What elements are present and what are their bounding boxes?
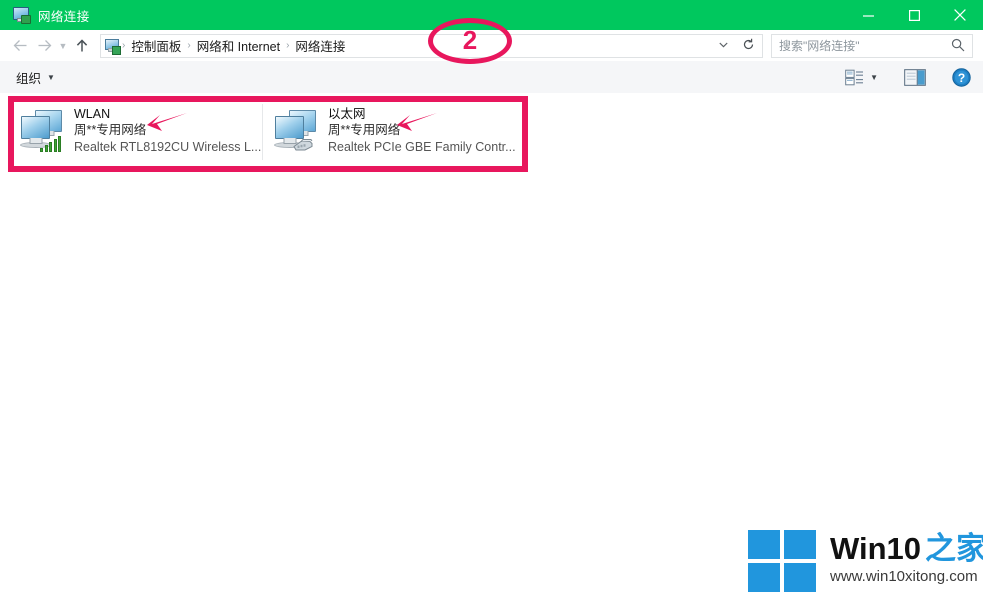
search-input[interactable]: 搜索"网络连接": [772, 37, 860, 54]
breadcrumb-item-control-panel[interactable]: 控制面板: [127, 36, 185, 55]
chevron-down-icon: ▼: [47, 72, 55, 82]
breadcrumb-item-network-internet[interactable]: 网络和 Internet: [193, 36, 284, 55]
watermark-brand-cn: 之家: [925, 531, 983, 566]
breadcrumb-network-icon: [104, 38, 121, 55]
change-view-button[interactable]: [845, 69, 864, 86]
watermark-text: Win10 之家 www.win10xitong.com: [830, 530, 983, 587]
network-connection-icon: [12, 6, 31, 24]
preview-pane-button[interactable]: [904, 68, 926, 86]
window-controls: [845, 0, 983, 30]
forward-button[interactable]: [32, 34, 56, 58]
up-one-level-button[interactable]: [70, 34, 94, 58]
annotation-step-label: 2: [462, 25, 478, 55]
signal-bars-icon: [40, 136, 61, 152]
help-button[interactable]: ?: [952, 67, 971, 87]
breadcrumb-separator: ›: [286, 40, 290, 51]
annotation-arrow-icon: [144, 111, 188, 140]
watermark-brand: Win10: [830, 531, 922, 566]
annotation-arrow-icon: [394, 111, 438, 140]
organize-label: 组织: [16, 71, 42, 86]
change-view-chevron-icon[interactable]: ▼: [870, 73, 878, 82]
chevron-down-icon: ▼: [58, 40, 68, 51]
watermark: Win10 之家 www.win10xitong.com: [748, 530, 983, 592]
maximize-button[interactable]: [891, 0, 937, 30]
refresh-button[interactable]: [738, 35, 758, 55]
toolbar-right-group: ▼ ?: [845, 61, 973, 93]
back-button[interactable]: [8, 34, 32, 58]
address-dropdown-button[interactable]: [714, 35, 732, 55]
watermark-url: www.win10xitong.com: [830, 568, 978, 585]
window-title: 网络连接: [38, 9, 90, 24]
windows-logo-icon: [748, 530, 816, 592]
organize-button[interactable]: 组织 ▼: [16, 68, 55, 87]
search-icon: [951, 38, 965, 57]
annotation-highlight-box: [8, 96, 528, 172]
close-button[interactable]: [937, 0, 983, 30]
svg-text:?: ?: [958, 71, 965, 85]
rj45-plug-icon: [292, 137, 314, 151]
command-toolbar: 组织 ▼ ▼ ?: [0, 61, 983, 94]
minimize-button[interactable]: [845, 0, 891, 30]
breadcrumb-item-network-connections[interactable]: 网络连接: [291, 36, 349, 55]
annotation-step-number: 2: [428, 18, 512, 64]
recent-locations-button[interactable]: ▼: [56, 34, 70, 58]
search-box[interactable]: 搜索"网络连接": [771, 33, 973, 58]
breadcrumb-separator: ›: [122, 40, 126, 51]
network-connections-window: 网络连接 ▼ › 控制面板 › 网络和 Internet › 网络连接 搜索"网…: [0, 0, 983, 605]
breadcrumb-separator: ›: [187, 40, 191, 51]
